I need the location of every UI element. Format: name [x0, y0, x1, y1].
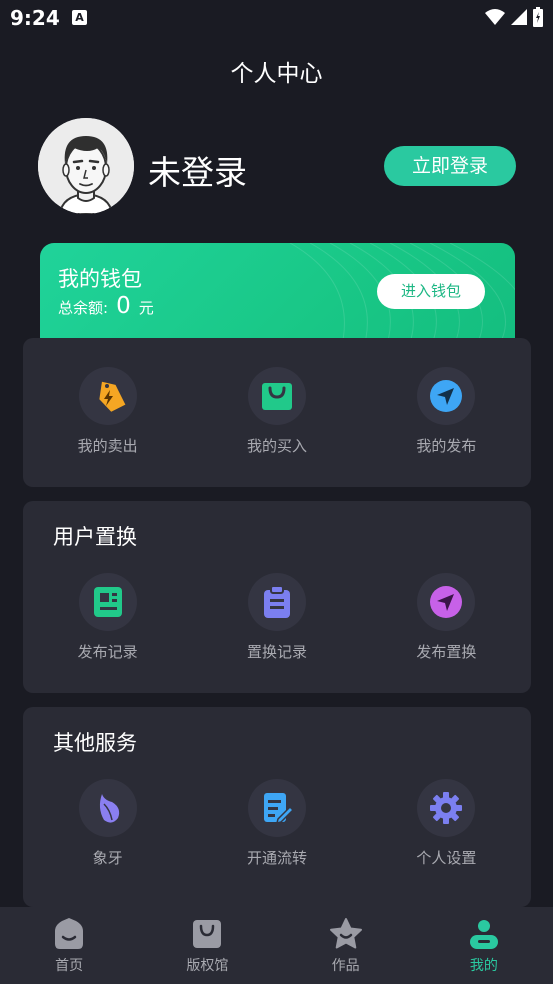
- post-exchange-label: 发布置换: [416, 643, 477, 661]
- enter-wallet-button[interactable]: 进入钱包: [377, 274, 485, 309]
- gear-icon: [417, 779, 476, 837]
- wallet-card[interactable]: 我的钱包 总余额: 0 元 进入钱包: [40, 243, 515, 353]
- wallet-title: 我的钱包: [58, 267, 142, 291]
- nav-copyright-gallery-label: 版权馆: [186, 958, 229, 974]
- personal-settings-item[interactable]: 个人设置: [362, 779, 531, 868]
- send-icon: [417, 573, 476, 631]
- nav-works-label: 作品: [331, 958, 360, 974]
- balance-value: 0: [116, 293, 131, 319]
- post-records-label: 发布记录: [77, 643, 138, 661]
- my-posts-label: 我的发布: [416, 437, 477, 455]
- nav-home[interactable]: 首页: [0, 907, 138, 984]
- personal-settings-label: 个人设置: [416, 849, 477, 867]
- nav-home-label: 首页: [55, 958, 84, 974]
- my-sales-item[interactable]: 我的卖出: [23, 367, 192, 456]
- wallet-balance: 总余额: 0 元: [58, 293, 154, 319]
- post-records-item[interactable]: 发布记录: [23, 573, 192, 662]
- home-icon: [55, 918, 84, 949]
- my-purchases-label: 我的买入: [246, 437, 307, 455]
- edit-document-icon: [247, 779, 306, 837]
- shopping-bag-icon: [247, 367, 306, 425]
- nav-mine[interactable]: 我的: [415, 907, 553, 984]
- nav-works[interactable]: 作品: [277, 907, 415, 984]
- status-bar: 9:24 A: [0, 0, 553, 38]
- signal-icon: [511, 9, 527, 25]
- leaf-icon: [78, 779, 137, 837]
- bag-icon: [193, 920, 222, 948]
- exchange-card: 用户置换 发布记录 置换记录 发布置换: [23, 501, 531, 693]
- bottom-nav: 首页 版权馆 作品 我的: [0, 907, 553, 984]
- services-title: 其他服务: [53, 731, 137, 755]
- user-icon: [469, 920, 498, 949]
- send-icon: [417, 367, 476, 425]
- wifi-icon: [485, 9, 505, 25]
- username: 未登录: [148, 153, 247, 192]
- enable-transfer-item[interactable]: 开通流转: [192, 779, 361, 868]
- nav-copyright-gallery[interactable]: 版权馆: [138, 907, 276, 984]
- avatar-face-icon: [38, 118, 134, 214]
- document-icon: [78, 573, 137, 631]
- my-purchases-item[interactable]: 我的买入: [192, 367, 361, 456]
- my-sales-label: 我的卖出: [77, 437, 138, 455]
- status-indicators: [485, 7, 543, 27]
- ivory-label: 象牙: [92, 849, 123, 867]
- exchange-records-item[interactable]: 置换记录: [192, 573, 361, 662]
- battery-icon: [533, 7, 543, 27]
- star-icon: [329, 918, 362, 949]
- currency-label: 元: [138, 299, 154, 317]
- nav-mine-label: 我的: [469, 958, 498, 974]
- page-title: 个人中心: [230, 61, 323, 87]
- ivory-item[interactable]: 象牙: [23, 779, 192, 868]
- enable-transfer-label: 开通流转: [246, 849, 307, 867]
- services-card: 其他服务 象牙 开通流转 个人设置: [23, 707, 531, 907]
- avatar[interactable]: [38, 118, 134, 214]
- trade-card: 我的卖出 我的买入 我的发布: [23, 338, 531, 487]
- login-button[interactable]: 立即登录: [384, 146, 516, 186]
- exchange-title: 用户置换: [53, 525, 137, 549]
- post-exchange-item[interactable]: 发布置换: [362, 573, 531, 662]
- my-posts-item[interactable]: 我的发布: [362, 367, 531, 456]
- balance-label: 总余额:: [58, 299, 109, 317]
- tag-lightning-icon: [78, 367, 137, 425]
- exchange-records-label: 置换记录: [246, 643, 307, 661]
- status-time: 9:24: [10, 6, 60, 30]
- clipboard-icon: [247, 573, 306, 631]
- notification-icon: A: [72, 10, 87, 25]
